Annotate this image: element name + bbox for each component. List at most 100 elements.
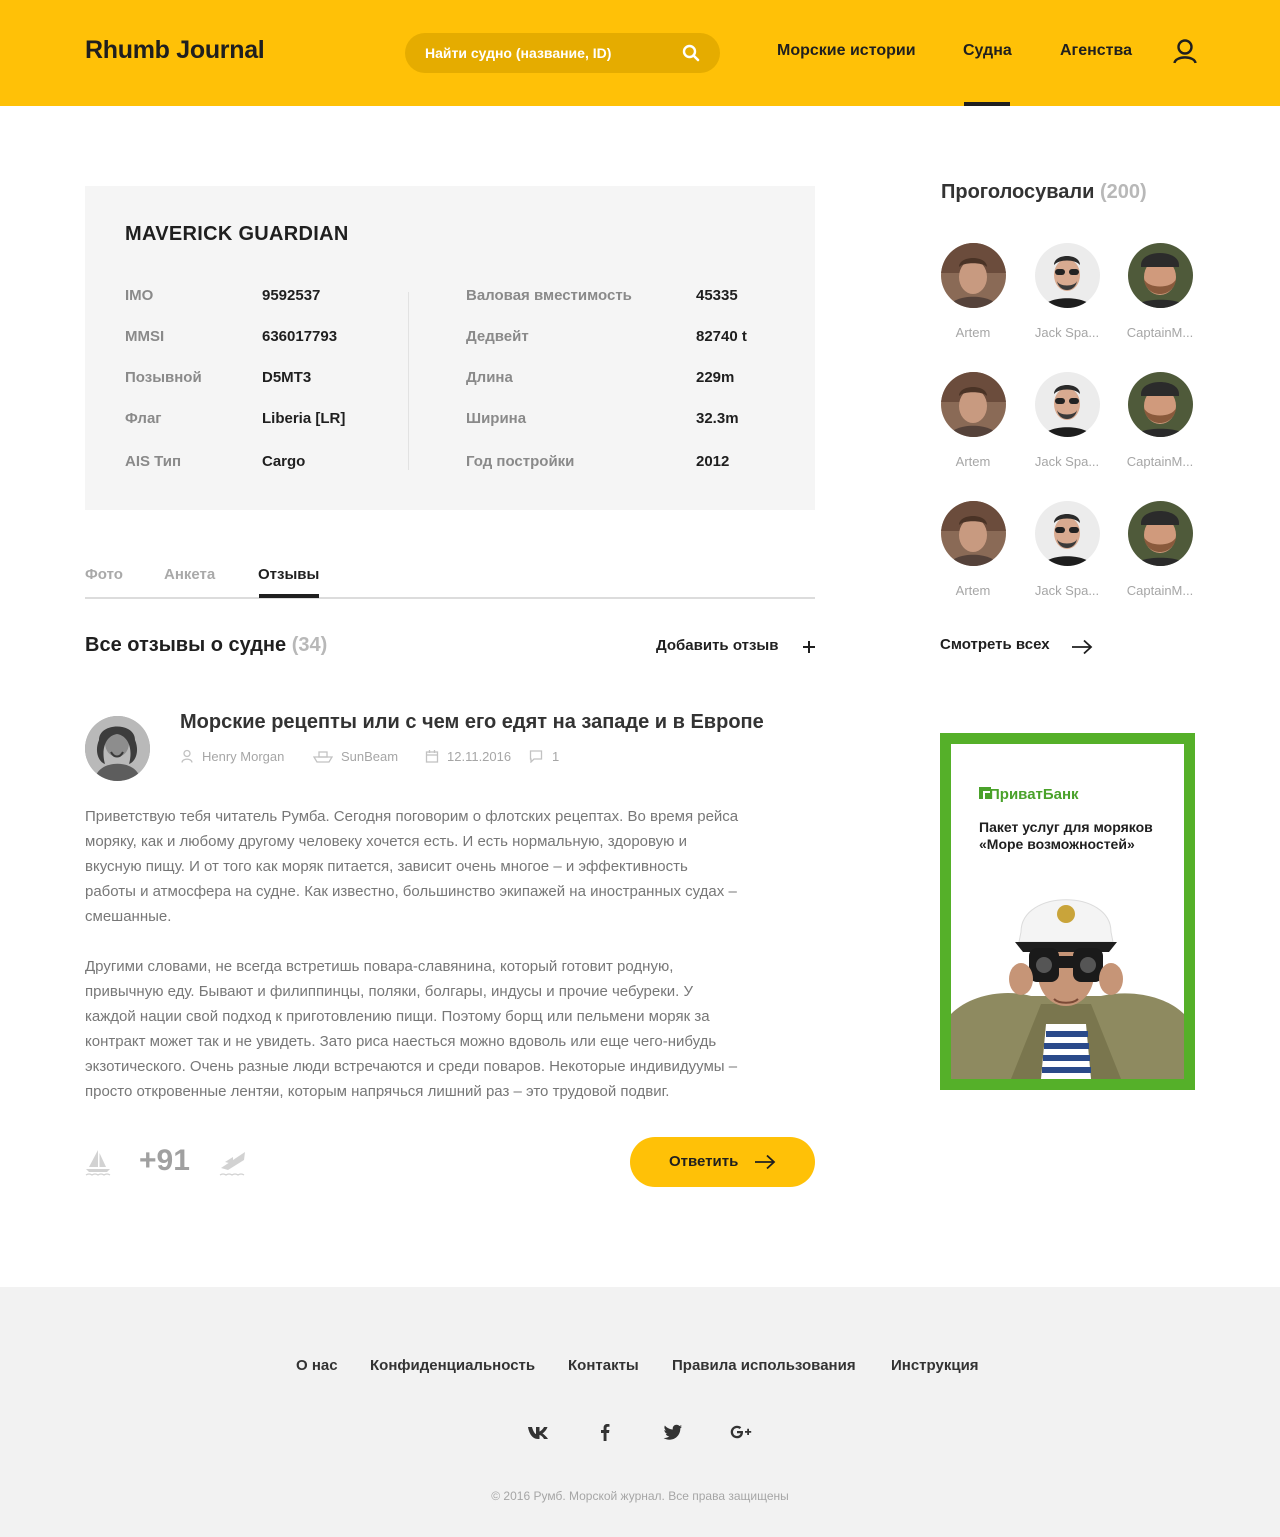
voter-item[interactable]: CaptainM... (1115, 372, 1205, 482)
copyright-text: © 2016 Румб. Морской журнал. Все права з… (491, 1489, 789, 1503)
arrow-right-icon[interactable] (1071, 639, 1093, 655)
google-plus-icon[interactable] (729, 1423, 753, 1441)
vessel-tabs: Фото Анкета Отзывы (85, 566, 815, 599)
user-icon[interactable] (1172, 38, 1198, 64)
ad-headline-line: Пакет услуг для моряков (979, 819, 1153, 835)
voters-heading-text: Проголосували (941, 181, 1095, 203)
nav-agencies[interactable]: Агенства (1060, 42, 1132, 60)
post-comments-count[interactable]: 1 (552, 749, 559, 764)
privatbank-ad-banner[interactable]: ПриватБанк Пакет услуг для моряков «Море… (940, 733, 1195, 1090)
plus-icon[interactable] (802, 640, 816, 654)
post-line: Приветствую тебя читатель Румба. Сегодня… (85, 808, 739, 825)
author-icon (181, 749, 193, 763)
voter-item[interactable]: CaptainM... (1115, 243, 1205, 353)
spec-value-length: 229m (696, 369, 735, 386)
post-line: экзотического. Очень разные люди встреча… (85, 1058, 738, 1075)
see-all-voters-link[interactable]: Смотреть всех (940, 636, 1050, 653)
post-line: моряку, как и любому другому человеку хо… (85, 833, 687, 850)
site-header: Rhumb Journal Морские истории Судна Аген… (0, 0, 1280, 106)
voter-name: CaptainM... (1126, 325, 1194, 340)
voter-item[interactable]: Jack Spa... (1022, 372, 1112, 482)
vessel-search (405, 33, 720, 73)
tab-profile[interactable]: Анкета (164, 566, 215, 583)
downvote-sinking-ship-icon[interactable] (219, 1148, 247, 1176)
tab-photo[interactable]: Фото (85, 566, 123, 583)
spec-value-imo: 9592537 (262, 287, 321, 304)
post-score: +91 (139, 1144, 190, 1177)
spec-label-deadweight: Дедвейт (466, 328, 529, 345)
calendar-icon (425, 750, 439, 763)
voter-name: Jack Spa... (1034, 325, 1100, 340)
post-line: работы и атмосфера на судне. Как известн… (85, 883, 737, 900)
spec-value-width: 32.3m (696, 410, 739, 427)
vessel-info-card: MAVERICK GUARDIAN IMO 9592537 MMSI 63601… (85, 186, 815, 510)
sailor-with-binoculars-image (951, 899, 1184, 1079)
reply-button-label: Ответить (669, 1153, 739, 1170)
comment-icon (529, 750, 543, 763)
upvote-sailboat-icon[interactable] (85, 1148, 111, 1176)
voter-item[interactable]: Artem (928, 372, 1018, 482)
reply-button[interactable]: Ответить (630, 1137, 815, 1187)
search-icon[interactable] (682, 44, 700, 62)
spec-value-year-built: 2012 (696, 453, 730, 470)
voter-name: Artem (955, 583, 991, 598)
tab-active-indicator (259, 594, 319, 598)
ad-headline: Пакет услуг для моряков «Море возможност… (979, 819, 1179, 853)
voter-item[interactable]: CaptainM... (1115, 501, 1205, 611)
ad-brand: ПриватБанк (989, 786, 1079, 803)
voter-avatar (1035, 243, 1100, 308)
site-logo[interactable]: Rhumb Journal (85, 36, 265, 65)
post-line: каждой нации свой подход к приготовлению… (85, 1008, 710, 1025)
search-input[interactable] (425, 33, 675, 73)
ship-icon (313, 751, 333, 763)
nav-sea-stories[interactable]: Морские истории (777, 42, 916, 60)
specs-divider (408, 292, 409, 470)
ad-headline-line: «Море возможностей» (979, 836, 1135, 852)
voter-avatar (1035, 372, 1100, 437)
voter-item[interactable]: Jack Spa... (1022, 243, 1112, 353)
voters-count: (200) (1099, 181, 1147, 203)
voter-item[interactable]: Artem (928, 501, 1018, 611)
post-vessel[interactable]: SunBeam (341, 749, 398, 764)
post-title[interactable]: Морские рецепты или с чем его едят на за… (180, 711, 764, 734)
voters-heading: Проголосували (200) (941, 181, 1147, 204)
vk-icon[interactable] (527, 1423, 549, 1441)
spec-value-gross-tonnage: 45335 (696, 287, 738, 304)
post-paragraph-1: Приветствую тебя читатель Румба. Сегодня… (85, 804, 815, 929)
voter-name: CaptainM... (1126, 583, 1194, 598)
voter-name: CaptainM... (1126, 454, 1194, 469)
vessel-name: MAVERICK GUARDIAN (125, 223, 349, 245)
twitter-icon[interactable] (662, 1423, 684, 1441)
footer-link-contacts[interactable]: Контакты (568, 1357, 639, 1374)
voter-avatar (941, 501, 1006, 566)
arrow-right-icon (755, 1154, 776, 1170)
voter-avatar (1128, 372, 1193, 437)
post-line: контракт может так и не увидеть. Зато ри… (85, 1033, 717, 1050)
spec-label-mmsi: MMSI (125, 328, 165, 345)
voter-avatar (1128, 501, 1193, 566)
voter-item[interactable]: Artem (928, 243, 1018, 353)
voter-avatar (941, 372, 1006, 437)
facebook-icon[interactable] (594, 1423, 616, 1441)
site-footer: О нас Конфиденциальность Контакты Правил… (0, 1287, 1280, 1537)
add-review-button[interactable]: Добавить отзыв (656, 637, 778, 654)
voter-avatar (1128, 243, 1193, 308)
footer-link-privacy[interactable]: Конфиденциальность (370, 1357, 535, 1374)
footer-link-terms[interactable]: Правила использования (672, 1357, 856, 1374)
voter-name: Artem (955, 454, 991, 469)
footer-link-about[interactable]: О нас (296, 1357, 338, 1374)
post-date: 12.11.2016 (447, 749, 512, 764)
nav-active-indicator (964, 102, 1010, 106)
spec-label-year-built: Год постройки (466, 453, 575, 470)
footer-link-instructions[interactable]: Инструкция (891, 1357, 979, 1374)
spec-value-flag: Liberia [LR] (262, 410, 346, 427)
spec-label-gross-tonnage: Валовая вместимость (466, 287, 632, 304)
author-avatar[interactable] (85, 716, 150, 781)
post-paragraph-2: Другими словами, не всегда встретишь пов… (85, 954, 815, 1104)
voter-avatar (941, 243, 1006, 308)
tab-reviews[interactable]: Отзывы (258, 566, 319, 583)
spec-label-width: Ширина (466, 410, 527, 427)
post-author[interactable]: Henry Morgan (202, 749, 284, 764)
voter-item[interactable]: Jack Spa... (1022, 501, 1112, 611)
nav-vessels[interactable]: Судна (963, 42, 1012, 60)
